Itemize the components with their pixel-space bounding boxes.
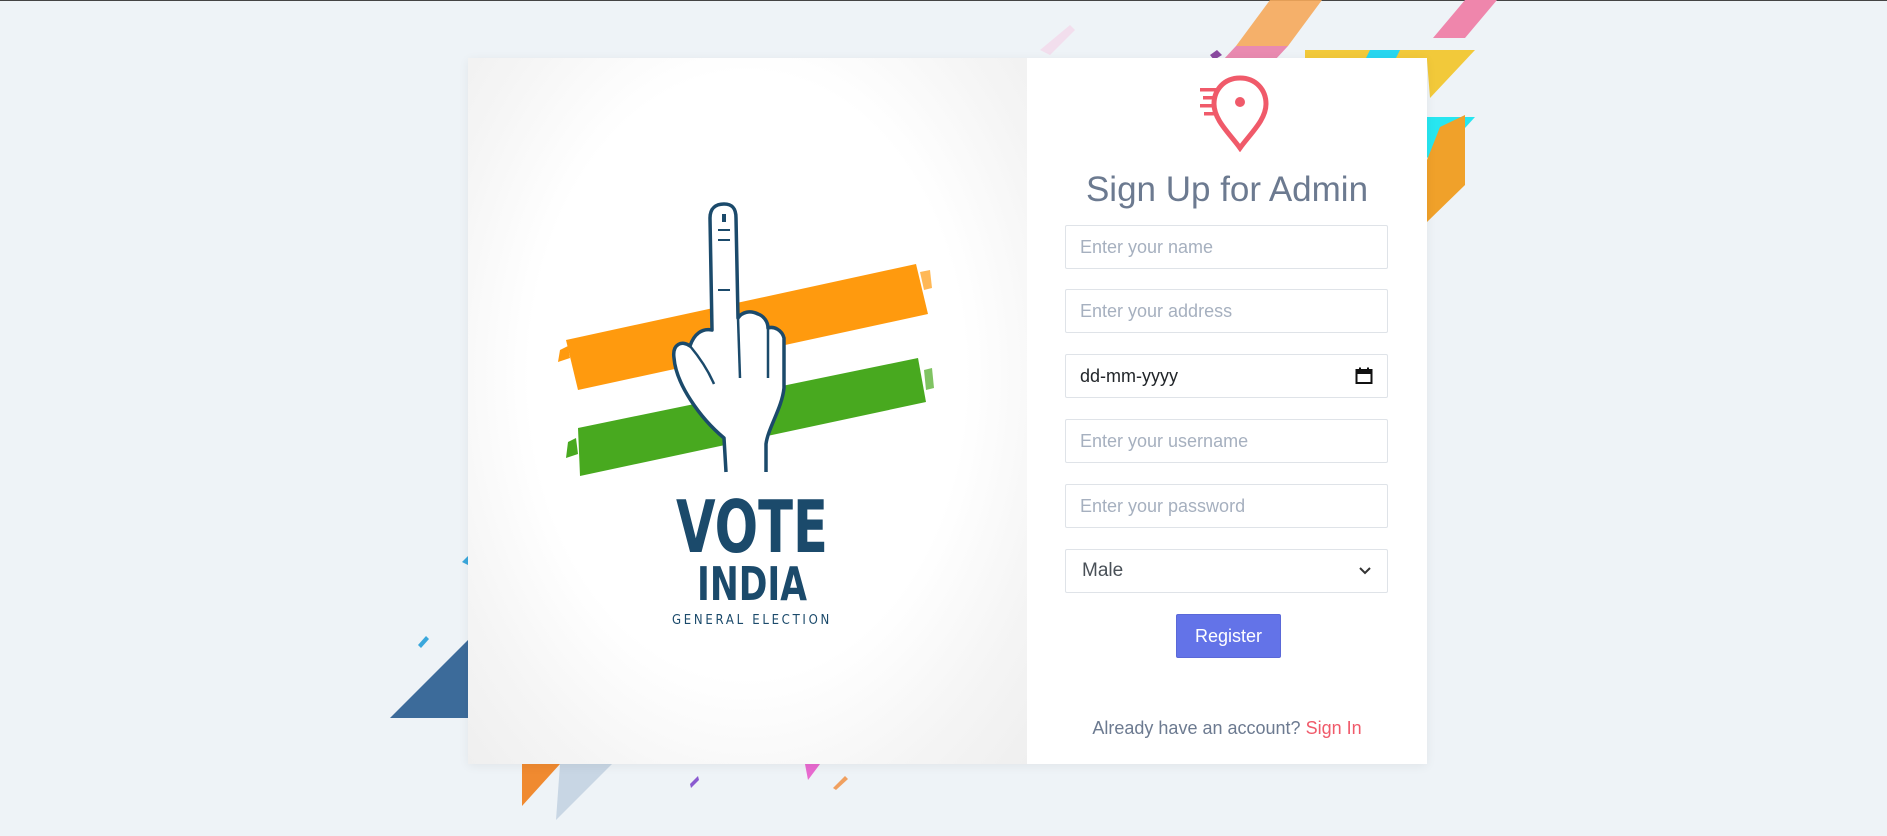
- date-value: dd-mm-yyyy: [1080, 365, 1178, 386]
- chevron-down-icon: [1359, 567, 1371, 575]
- gender-select[interactable]: Male: [1065, 549, 1388, 593]
- password-input[interactable]: [1065, 484, 1388, 528]
- register-button[interactable]: Register: [1176, 614, 1281, 658]
- name-input[interactable]: [1065, 225, 1388, 269]
- vote-india-illustration: VOTE INDIA GENERAL ELECTION: [558, 202, 934, 628]
- india-text: INDIA: [697, 557, 807, 611]
- username-input[interactable]: [1065, 419, 1388, 463]
- calendar-icon[interactable]: [1355, 367, 1373, 385]
- vote-india-illustration-panel: VOTE INDIA GENERAL ELECTION: [468, 58, 1027, 764]
- map-pin-speed-icon: [1200, 75, 1269, 152]
- signup-card: VOTE INDIA GENERAL ELECTION Sign Up for …: [468, 58, 1427, 764]
- general-election-text: GENERAL ELECTION: [672, 613, 832, 628]
- address-input[interactable]: [1065, 289, 1388, 333]
- date-of-birth-input[interactable]: dd-mm-yyyy: [1065, 354, 1388, 398]
- gender-selected-value: Male: [1082, 560, 1124, 581]
- page-title: Sign Up for Admin: [1085, 170, 1369, 209]
- signin-prompt-text: Already have an account?: [1092, 718, 1301, 738]
- signup-form-panel: Sign Up for Admin dd-mm-yyyy Male Regist…: [1027, 58, 1427, 764]
- signin-link[interactable]: Sign In: [1306, 718, 1362, 738]
- signin-prompt: Already have an account? Sign In: [1027, 718, 1427, 739]
